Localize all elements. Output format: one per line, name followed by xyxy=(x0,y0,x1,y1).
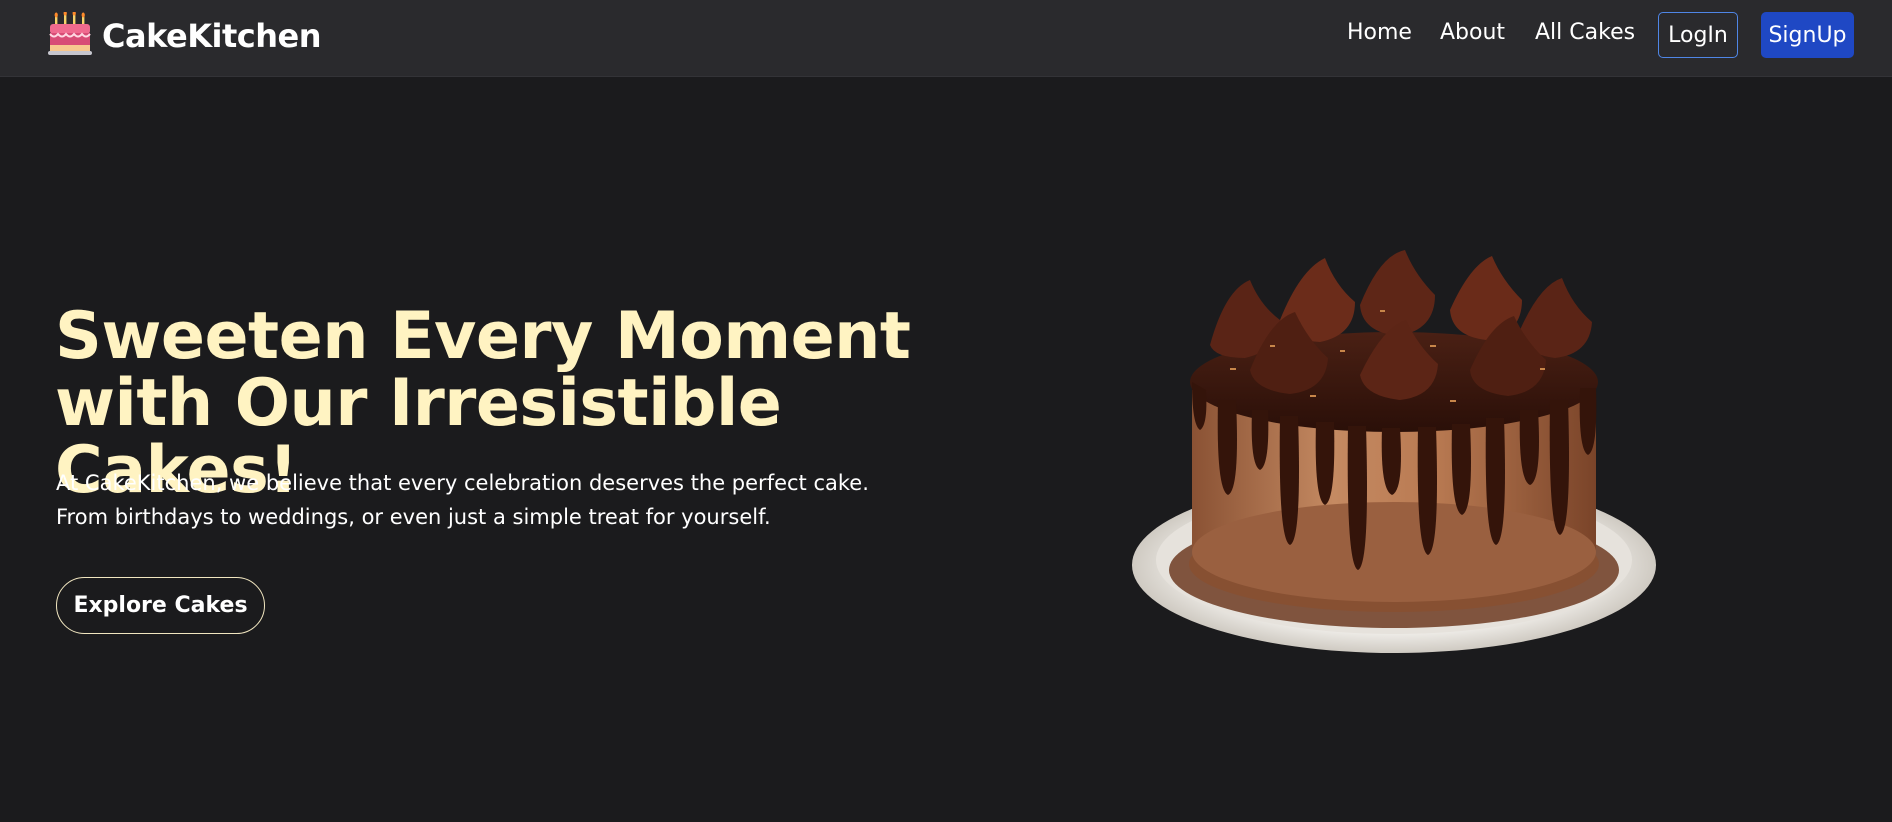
nav-link-all-cakes[interactable]: All Cakes xyxy=(1535,20,1635,45)
hero-description: At CakeKitchen, we believe that every ce… xyxy=(56,471,869,529)
login-button[interactable]: LogIn xyxy=(1658,12,1738,58)
explore-cakes-button[interactable]: Explore Cakes xyxy=(56,577,265,634)
navbar: CakeKitchen Home About All Cakes LogIn S… xyxy=(0,0,1892,77)
signup-button[interactable]: SignUp xyxy=(1761,12,1854,58)
nav-link-about[interactable]: About xyxy=(1440,20,1505,45)
chocolate-cake-image xyxy=(1130,250,1660,665)
birthday-cake-icon xyxy=(48,12,92,55)
brand-name: CakeKitchen xyxy=(102,17,322,55)
brand[interactable]: CakeKitchen xyxy=(46,10,322,62)
nav-link-home[interactable]: Home xyxy=(1347,20,1412,45)
